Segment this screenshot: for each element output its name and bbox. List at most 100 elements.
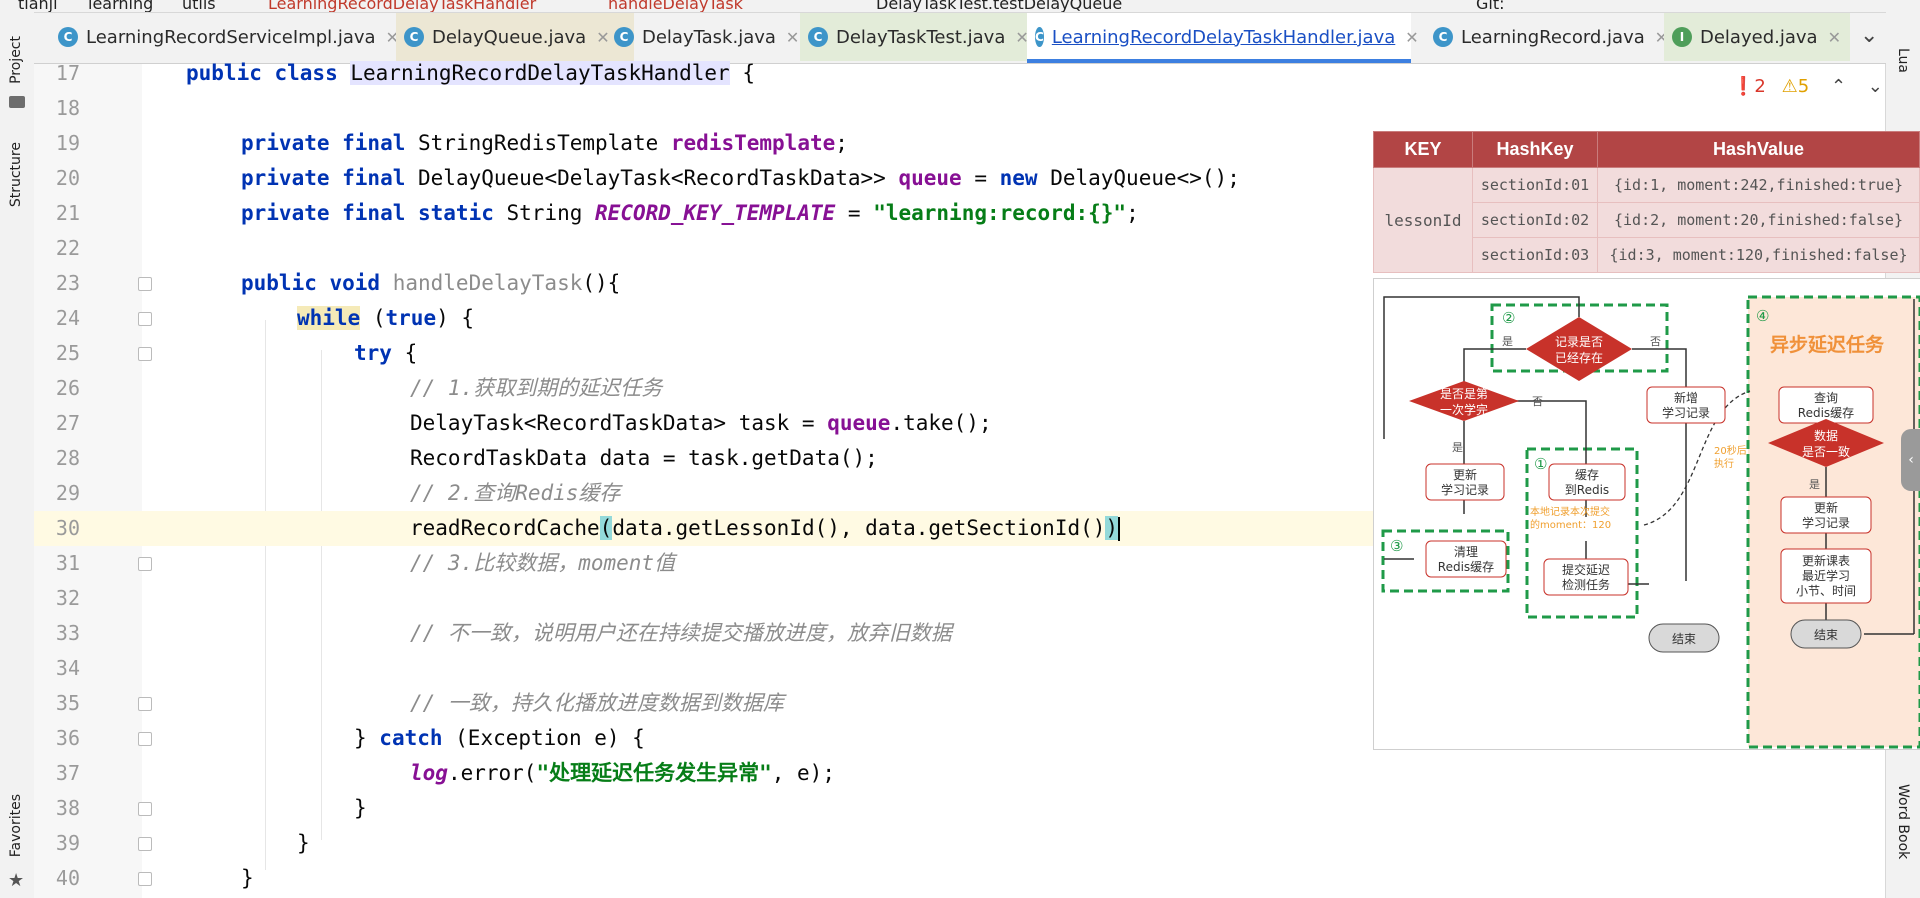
code-token: = <box>835 201 874 225</box>
class-icon: C <box>58 27 78 47</box>
comment: // 一致，持久化播放进度数据到数据库 <box>410 691 784 715</box>
note-text: 本地记录本次提交 <box>1530 505 1610 518</box>
constant-name: RECORD_KEY_TEMPLATE <box>595 201 836 225</box>
string-literal: "处理延迟任务发生异常" <box>536 761 772 785</box>
project-tool-tab[interactable]: Project <box>8 36 24 84</box>
type-name: String <box>506 201 596 225</box>
code-line: 37 log.error("处理延迟任务发生异常", e); <box>34 756 1886 791</box>
fold-icon[interactable] <box>138 312 152 326</box>
step-number: ③ <box>1390 537 1403 555</box>
breadcrumb-item[interactable]: handleDelayTask <box>608 0 743 12</box>
box-label: 小节、时间 <box>1796 584 1856 598</box>
code-line: 18 <box>34 91 1886 126</box>
folder-icon <box>9 96 25 108</box>
line-number: 17 <box>55 61 80 85</box>
table-cell: sectionId:01 <box>1472 167 1598 203</box>
interface-icon: I <box>1672 27 1692 47</box>
step-number: ② <box>1502 309 1515 327</box>
table-header-row: KEY HashKey HashValue <box>1373 131 1920 168</box>
type-name: DelayQueue<DelayTask<RecordTaskData>> <box>418 166 899 190</box>
tab-learning-record-service-impl[interactable]: C LearningRecordServiceImpl.java ✕ <box>58 13 410 61</box>
box-label: 学习记录 <box>1662 405 1710 420</box>
collapse-handle-icon[interactable]: ‹ <box>1901 429 1920 491</box>
line-number: 38 <box>55 796 80 820</box>
line-number: 35 <box>55 691 80 715</box>
code-text: log.error("处理延迟任务发生异常", e); <box>410 756 835 791</box>
box-label: 学习记录 <box>1802 515 1850 530</box>
tab-label: DelayQueue.java <box>432 26 587 48</box>
code-text: private final static String RECORD_KEY_T… <box>241 196 1139 231</box>
tab-label: LearningRecordServiceImpl.java <box>86 26 376 48</box>
table-cell: {id:2, moment:20,finished:false} <box>1597 202 1920 238</box>
diamond-label: 是否是第 <box>1440 387 1488 401</box>
comment: // 1.获取到期的延迟任务 <box>410 376 663 400</box>
fold-icon[interactable] <box>138 697 152 711</box>
code-line: 38 } <box>34 791 1886 826</box>
lua-tool-tab[interactable]: Lua <box>1895 48 1911 73</box>
breadcrumb-item[interactable]: LearningRecordDelayTaskHandler <box>268 0 536 12</box>
box-label: 更新 <box>1453 467 1477 482</box>
line-number: 33 <box>55 621 80 645</box>
word-book-tool-tab[interactable]: Word Book <box>1895 784 1911 859</box>
table-cell: sectionId:03 <box>1472 237 1598 273</box>
yes-label: 是 <box>1502 335 1513 348</box>
string-literal: "learning:record:{}" <box>873 201 1127 225</box>
close-icon[interactable]: ✕ <box>1828 28 1841 47</box>
favorites-tool-tab[interactable]: Favorites <box>8 794 24 857</box>
tab-list-chevron-icon[interactable]: ⌄ <box>1860 23 1878 48</box>
table-row: lessonId sectionId:01 {id:1, moment:242,… <box>1373 167 1920 273</box>
structure-tool-tab[interactable]: Structure <box>8 142 24 207</box>
breadcrumb-item[interactable]: utils <box>182 0 216 12</box>
git-label: Git: <box>1476 0 1505 13</box>
fold-icon[interactable] <box>138 802 152 816</box>
fold-icon[interactable] <box>138 277 152 291</box>
code-text: } <box>297 831 310 855</box>
tab-delay-task-test[interactable]: C DelayTaskTest.java ✕ <box>800 13 1050 61</box>
keyword: true <box>385 306 437 330</box>
code-token: ( <box>599 516 613 540</box>
fold-icon[interactable] <box>138 732 152 746</box>
code-token: ) <box>1105 516 1119 540</box>
code-token: = <box>961 166 1000 190</box>
line-number: 36 <box>55 726 80 750</box>
keyword: public void <box>241 271 393 295</box>
fold-icon[interactable] <box>138 347 152 361</box>
end-label: 结束 <box>1814 628 1838 642</box>
field-name: log <box>410 761 448 785</box>
top-toolbar: tianji learning utils LearningRecordDela… <box>0 0 1920 13</box>
keyword: while <box>297 306 361 330</box>
line-number: 39 <box>55 831 80 855</box>
step-number: ④ <box>1756 307 1769 325</box>
text-cursor <box>1118 517 1121 541</box>
diamond-label: 一次学完 <box>1440 402 1488 417</box>
code-text: } <box>354 796 367 820</box>
breadcrumb-item[interactable]: learning <box>88 0 153 12</box>
code-text: RecordTaskData data = task.getData(); <box>410 446 878 470</box>
code-text: DelayTask<RecordTaskData> task = queue.t… <box>410 406 992 441</box>
close-icon[interactable]: ✕ <box>1405 28 1418 47</box>
line-number: 31 <box>55 551 80 575</box>
diamond-label: 是否一致 <box>1802 445 1850 459</box>
fold-icon[interactable] <box>138 872 152 886</box>
tab-delay-queue[interactable]: C DelayQueue.java ✕ <box>396 13 634 61</box>
run-config-select[interactable]: DelayTaskTest.testDelayQueue <box>876 0 1122 12</box>
code-token: DelayTask<RecordTaskData> task = <box>410 411 828 435</box>
code-text: } <box>241 866 254 890</box>
line-number: 34 <box>55 656 80 680</box>
code-token: ; <box>1126 201 1139 225</box>
code-token: (){ <box>582 271 621 295</box>
tab-learning-record[interactable]: C LearningRecord.java ✕ <box>1425 13 1687 61</box>
tab-delay-task[interactable]: C DelayTask.java ✕ <box>606 13 826 61</box>
box-label: Redis缓存 <box>1438 560 1494 574</box>
close-icon[interactable]: ✕ <box>786 28 799 47</box>
tab-learning-record-delay-task-handler[interactable]: C LearningRecordDelayTaskHandler.java ✕ <box>1027 13 1419 63</box>
tab-label: LearningRecordDelayTaskHandler.java <box>1051 26 1396 48</box>
step-number: ① <box>1534 455 1547 473</box>
fold-icon[interactable] <box>138 837 152 851</box>
fold-icon[interactable] <box>138 557 152 571</box>
keyword: private final <box>241 131 419 155</box>
yes-label: 是 <box>1452 441 1463 454</box>
table-cell: lessonId <box>1373 167 1473 273</box>
tab-delayed[interactable]: I Delayed.java ✕ <box>1664 13 1850 61</box>
star-icon: ★ <box>8 870 25 891</box>
